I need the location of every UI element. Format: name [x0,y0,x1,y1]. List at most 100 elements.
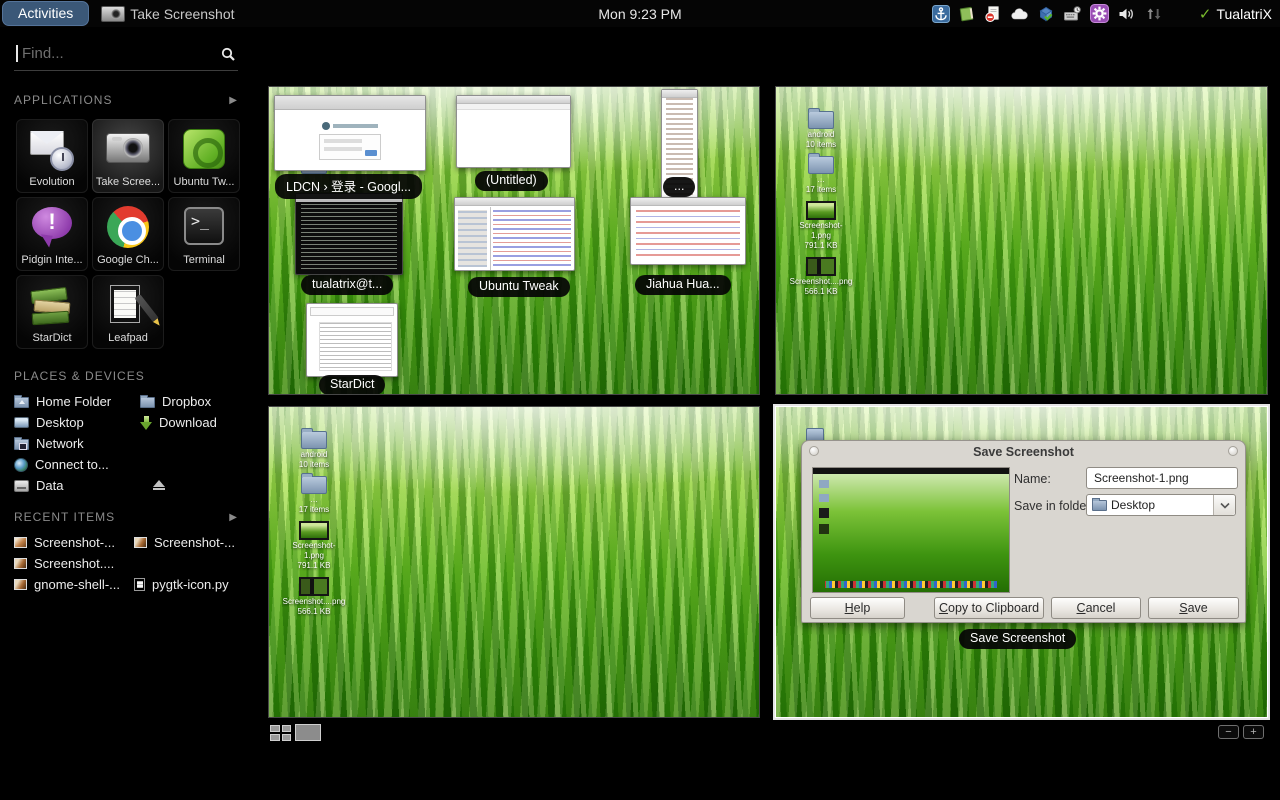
app-tile-chrome[interactable]: Google Ch... [92,197,164,271]
username: TualatriX [1216,6,1272,22]
window-title-pill: Save Screenshot [959,629,1076,649]
recent-item[interactable]: pygtk-icon.py [134,576,252,593]
help-button[interactable]: Help [810,597,905,619]
recent-item[interactable]: Screenshot-... [14,534,134,551]
window-jiahua[interactable] [630,197,746,265]
desktop-screenshot-file: Screenshot....png566.1 KB [792,257,850,296]
search-input[interactable] [14,41,209,66]
app-tile-pidgin[interactable]: ! Pidgin Inte... [16,197,88,271]
eject-icon [152,479,166,492]
anchor-tray-icon[interactable] [932,5,950,23]
filename-input[interactable]: Screenshot-1.png [1086,467,1238,489]
image-file-icon [134,537,147,548]
place-connect-to[interactable]: Connect to... [14,456,140,473]
grid-view-icon[interactable] [270,725,291,741]
desktop-screenshot-file: Screenshot-1.png791.1 KB [285,521,343,570]
chrome-icon [104,205,152,249]
workspace-4[interactable]: Save Screenshot Name: Screenshot-1.png S… [775,406,1268,718]
places-list: Home Folder Dropbox Desktop Download Net… [14,393,252,494]
recent-list: Screenshot-... Screenshot-... Screenshot… [14,534,252,593]
ubuntu-tweak-tray-icon[interactable] [1090,4,1109,23]
workspace-3[interactable]: android10 items …17 items Screenshot-1.p… [268,406,760,718]
volume-icon[interactable] [1117,5,1137,23]
text-caret [16,45,18,62]
applications-label: APPLICATIONS [14,93,112,107]
expand-arrow-icon[interactable]: ▶ [229,95,238,106]
place-label: Dropbox [162,394,211,409]
search-icon[interactable] [221,47,236,67]
terminal-icon: >_ [180,205,228,249]
window-untitled[interactable] [456,95,571,168]
remove-workspace-button[interactable]: − [1218,725,1239,739]
single-view-icon[interactable] [295,724,321,741]
workspace-1[interactable]: android10 items …17 items LDCN › 登录 - Go… [268,86,760,395]
place-dropbox[interactable]: Dropbox [140,393,252,410]
network-arrows-icon[interactable] [1145,5,1163,23]
place-home[interactable]: Home Folder [14,393,140,410]
place-label: Network [36,436,84,451]
app-tile-take-screenshot[interactable]: Take Scree... [92,119,164,193]
window-terminal[interactable] [295,193,403,275]
stardict-tray-icon[interactable] [958,5,976,23]
focused-app-chip[interactable]: Take Screenshot [101,6,234,22]
app-tile-terminal[interactable]: >_ Terminal [168,197,240,271]
expand-arrow-icon[interactable]: ▶ [229,512,238,523]
window-title-pill: LDCN › 登录 - Googl... [275,174,422,199]
place-label: Download [159,415,217,430]
save-folder-dropdown[interactable]: Desktop [1086,494,1236,516]
stardict-icon [28,283,76,327]
text-file-icon [134,578,145,591]
app-label: Terminal [183,254,225,266]
place-label: Data [36,478,63,493]
clock[interactable]: Mon 9:23 PM [598,6,681,22]
save-button[interactable]: Save [1148,597,1239,619]
app-tile-ubuntu-tweak[interactable]: Ubuntu Tw... [168,119,240,193]
recent-item[interactable]: Screenshot.... [14,555,134,572]
window-title-pill: StarDict [319,375,385,395]
place-data[interactable]: Data [14,477,140,494]
camera-icon [104,127,152,171]
window-stardict[interactable] [306,303,398,377]
chevron-down-icon[interactable] [1213,495,1235,515]
activities-button[interactable]: Activities [2,1,89,26]
check-icon: ✓ [1199,5,1212,23]
window-browser[interactable] [274,95,426,171]
system-tray: ✓ TualatriX [932,0,1272,27]
recent-item[interactable]: gnome-shell-... [14,576,134,593]
place-desktop[interactable]: Desktop [14,414,140,431]
cancel-button[interactable]: Cancel [1051,597,1141,619]
app-tile-stardict[interactable]: StarDict [16,275,88,349]
recent-item-label: Screenshot-... [34,535,115,550]
window-button-icon[interactable] [1228,446,1238,456]
app-tile-leafpad[interactable]: Leafpad [92,275,164,349]
place-label: Home Folder [36,394,111,409]
add-workspace-button[interactable]: + [1243,725,1264,739]
app-tile-evolution[interactable]: Evolution [16,119,88,193]
copy-to-clipboard-button[interactable]: Copy to Clipboard [934,597,1044,619]
cloud-tray-icon[interactable] [1010,5,1029,23]
recent-header: RECENT ITEMS ▶ [14,510,238,524]
workspaces-grid: android10 items …17 items LDCN › 登录 - Go… [268,86,1268,718]
place-label: Desktop [36,415,84,430]
recent-item-label: Screenshot-... [154,535,235,550]
user-menu[interactable]: ✓ TualatriX [1199,5,1272,23]
dropbox-tray-icon[interactable] [1037,5,1055,23]
save-screenshot-dialog[interactable]: Save Screenshot Name: Screenshot-1.png S… [801,440,1246,623]
pidgin-icon: ! [28,205,76,249]
app-label: StarDict [32,332,71,344]
window-button-icon[interactable] [809,446,819,456]
window-ubuntu-tweak[interactable] [454,197,575,271]
desktop-folder: android10 items [285,431,343,469]
recent-item[interactable]: Screenshot-... [134,534,252,551]
sticky-notes-tray-icon[interactable] [984,5,1002,23]
desktop-screenshot-file: Screenshot....png566.1 KB [285,577,343,616]
window-title-pill: (Untitled) [475,171,548,191]
workspace-2[interactable]: android10 items …17 items Screenshot-1.p… [775,86,1268,395]
input-method-tray-icon[interactable] [1063,5,1082,23]
spacer [134,555,252,572]
top-bar: Activities Take Screenshot Mon 9:23 PM ✓… [0,0,1280,27]
eject-button[interactable] [140,477,252,494]
image-file-icon [14,537,27,548]
place-download[interactable]: Download [140,414,252,431]
place-network[interactable]: Network [14,435,140,452]
